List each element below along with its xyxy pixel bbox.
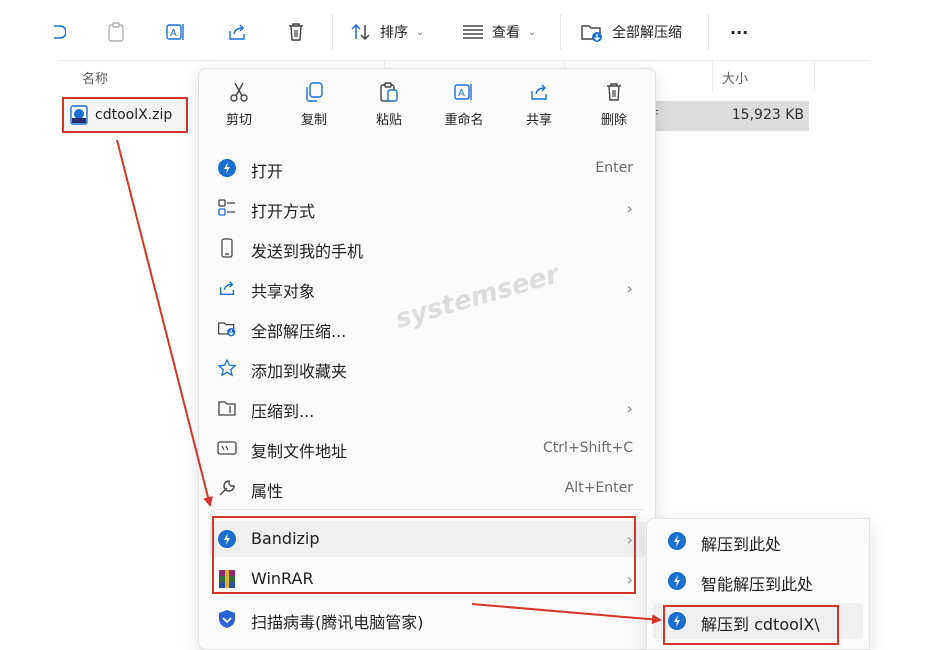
view-button[interactable]: 查看 ⌄ <box>462 16 536 48</box>
cut-button[interactable]: 剪切 <box>204 81 274 137</box>
svg-text:A: A <box>170 28 177 39</box>
extract-folder-icon <box>217 318 237 338</box>
rename-icon: A <box>453 81 475 103</box>
chevron-right-icon: › <box>626 199 633 218</box>
submenu-item-label: 解压到此处 <box>701 535 782 554</box>
trash-icon <box>286 21 306 43</box>
file-size: 15,923 KB <box>731 107 804 123</box>
view-label: 查看 <box>492 25 520 41</box>
share-button[interactable]: 共享 <box>504 81 574 137</box>
sort-label: 排序 <box>380 25 408 41</box>
chevron-right-icon: › <box>626 399 633 418</box>
menu-item-send-to-phone[interactable]: 发送到我的手机 <box>209 230 645 266</box>
file-name: cdtoolX.zip <box>95 107 173 123</box>
copy-icon <box>303 81 325 103</box>
partial-toolbar-button[interactable] <box>52 16 66 48</box>
menu-item-label: 复制文件地址 <box>251 442 348 461</box>
menu-item-label: 属性 <box>251 482 284 501</box>
sort-icon <box>350 22 372 42</box>
menu-separator <box>211 509 643 510</box>
svg-text:A: A <box>458 88 465 99</box>
view-list-icon <box>462 24 484 40</box>
column-divider[interactable] <box>712 61 713 93</box>
toolbar-separator <box>332 14 333 50</box>
highlight-box-extract-to-folder <box>663 605 839 645</box>
menu-item-label: 共享对象 <box>251 282 316 301</box>
menu-item-shortcut: Ctrl+Shift+C <box>543 440 633 456</box>
column-size[interactable]: 大小 <box>722 68 748 87</box>
menu-item-label: 打开方式 <box>251 202 316 221</box>
delete-label: 删除 <box>600 113 627 128</box>
submenu-item-label: 智能解压到此处 <box>701 575 814 594</box>
menu-item-open-with[interactable]: 打开方式 › <box>209 190 645 226</box>
share-icon <box>528 81 550 103</box>
menu-item-shortcut: Alt+Enter <box>564 480 633 496</box>
clipboard-icon <box>106 21 126 43</box>
chevron-down-icon: ⌄ <box>416 26 425 38</box>
menu-item-properties[interactable]: 属性 Alt+Enter <box>209 470 645 506</box>
share-icon <box>226 21 248 43</box>
rename-label: 重命名 <box>444 113 484 128</box>
menu-item-open[interactable]: 打开 Enter <box>209 150 645 186</box>
bandizip-icon <box>667 571 687 591</box>
menu-item-shortcut: Enter <box>595 160 633 176</box>
bandizip-icon <box>667 531 687 551</box>
chevron-right-icon: › <box>626 279 633 298</box>
toolbar-separator <box>560 14 561 50</box>
compress-icon <box>217 398 237 418</box>
star-icon <box>217 358 237 378</box>
copy-path-icon <box>217 438 237 458</box>
more-options-button[interactable]: ··· <box>730 16 748 48</box>
paste-label: 粘贴 <box>375 113 402 128</box>
submenu-item-extract-here[interactable]: 解压到此处 <box>653 523 863 559</box>
bandizip-icon <box>217 158 237 178</box>
sort-button[interactable]: 排序 ⌄ <box>350 16 424 48</box>
extract-all-label: 全部解压缩 <box>612 25 682 41</box>
menu-item-label: 扫描病毒(腾讯电脑管家) <box>251 613 424 632</box>
copy-button[interactable]: 复制 <box>279 81 349 137</box>
menu-item-scan-virus[interactable]: 扫描病毒(腾讯电脑管家) <box>209 601 645 637</box>
wrench-icon <box>217 478 237 498</box>
menu-item-copy-as-path[interactable]: 复制文件地址 Ctrl+Shift+C <box>209 430 645 466</box>
menu-item-label: 发送到我的手机 <box>251 242 364 261</box>
share-icon <box>217 278 237 298</box>
highlight-box-bandizip-winrar <box>212 516 636 594</box>
share-label: 共享 <box>525 113 552 128</box>
paste-icon <box>378 81 400 103</box>
rename-toolbar-button[interactable]: A <box>165 16 187 48</box>
column-name[interactable]: 名称 <box>82 68 108 87</box>
menu-item-label: 压缩到... <box>251 402 315 421</box>
toolbar-separator <box>708 14 709 50</box>
more-icon: ··· <box>730 22 749 42</box>
paste-button[interactable]: 粘贴 <box>354 81 424 137</box>
menu-item-compress-to[interactable]: 压缩到... › <box>209 390 645 426</box>
zip-file-icon <box>69 104 89 126</box>
delete-icon <box>604 81 624 103</box>
chevron-down-icon: ⌄ <box>528 26 537 38</box>
phone-icon <box>217 238 237 258</box>
cut-icon <box>228 81 250 103</box>
file-item-cdtoolx[interactable]: cdtoolX.zip <box>62 97 188 133</box>
submenu-item-smart-extract-here[interactable]: 智能解压到此处 <box>653 563 863 599</box>
rename-icon: A <box>165 21 187 43</box>
partial-icon <box>52 22 66 42</box>
delete-button[interactable]: 删除 <box>579 81 649 137</box>
open-with-icon <box>217 198 237 218</box>
rename-button[interactable]: A 重命名 <box>429 81 499 137</box>
extract-all-button[interactable]: 全部解压缩 <box>580 16 682 48</box>
command-bar: A 排序 ⌄ 查看 ⌄ 全部解压缩 ··· <box>0 0 870 60</box>
column-divider[interactable] <box>814 61 815 93</box>
copy-toolbar-button[interactable] <box>106 16 126 48</box>
copy-label: 复制 <box>300 113 327 128</box>
menu-item-label: 打开 <box>251 162 284 181</box>
menu-item-label: 全部解压缩... <box>251 322 347 341</box>
cut-label: 剪切 <box>225 113 252 128</box>
extract-folder-icon <box>580 21 604 43</box>
menu-item-add-to-favorites[interactable]: 添加到收藏夹 <box>209 350 645 386</box>
tencent-shield-icon <box>217 609 237 629</box>
menu-item-label: 添加到收藏夹 <box>251 362 348 381</box>
share-toolbar-button[interactable] <box>226 16 248 48</box>
delete-toolbar-button[interactable] <box>286 16 306 48</box>
